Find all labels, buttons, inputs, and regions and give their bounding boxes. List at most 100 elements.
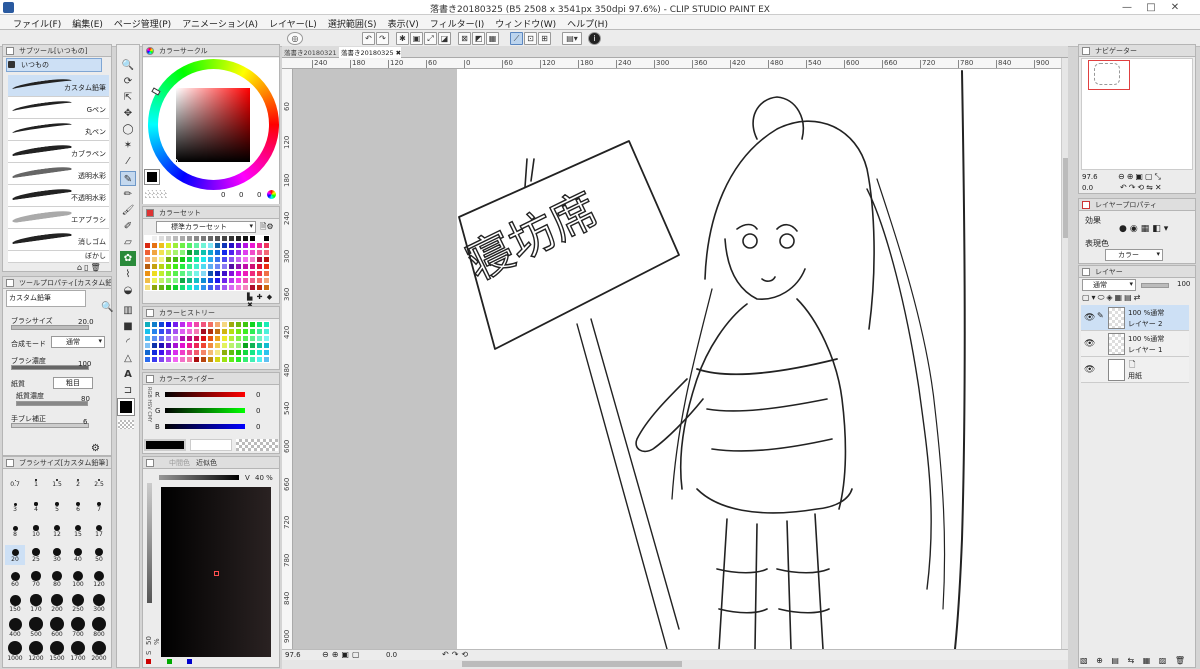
brush-round-pen[interactable]: 丸ペン	[8, 119, 109, 141]
color-swatch[interactable]	[228, 335, 235, 342]
color-swatch[interactable]	[228, 235, 235, 242]
color-swatch[interactable]	[172, 277, 179, 284]
color-swatch[interactable]	[193, 356, 200, 363]
color-swatch[interactable]	[151, 349, 158, 356]
color-swatch[interactable]	[207, 328, 214, 335]
color-swatch[interactable]	[221, 356, 228, 363]
brush-size-preset[interactable]: 1.5	[47, 473, 67, 493]
color-swatch[interactable]	[165, 356, 172, 363]
color-swatch[interactable]	[200, 356, 207, 363]
color-swatch[interactable]	[256, 270, 263, 277]
menu-filter[interactable]: フィルター(I)	[425, 15, 491, 30]
color-swatch[interactable]	[221, 335, 228, 342]
color-swatch[interactable]	[263, 284, 270, 291]
color-swatch[interactable]	[256, 335, 263, 342]
brush-size-preset[interactable]: 60	[5, 569, 25, 589]
brush-size-preset[interactable]: 300	[89, 593, 109, 613]
paper-texture-select[interactable]: 粗目	[53, 377, 93, 389]
color-swatch[interactable]	[144, 356, 151, 363]
brush-size-preset[interactable]: 1200	[26, 641, 46, 662]
redo-icon[interactable]: ↷	[376, 32, 389, 45]
color-swatch[interactable]	[235, 242, 242, 249]
color-swatch[interactable]	[228, 263, 235, 270]
color-swatch[interactable]	[151, 328, 158, 335]
color-swatch[interactable]	[172, 270, 179, 277]
brush-size-preset[interactable]: 800	[89, 617, 109, 638]
blend-mode-select[interactable]: 通常 ▾	[51, 336, 105, 348]
color-swatch[interactable]	[151, 256, 158, 263]
color-swatch[interactable]	[186, 321, 193, 328]
color-swatch[interactable]	[144, 277, 151, 284]
color-swatch[interactable]	[242, 335, 249, 342]
airbrush-tool-icon[interactable]: ✐	[120, 219, 136, 234]
color-swatch[interactable]	[172, 235, 179, 242]
color-set-swatches[interactable]	[144, 235, 270, 291]
tab-approximate[interactable]: 近似色	[196, 459, 217, 467]
color-swatch[interactable]	[263, 356, 270, 363]
magic-wand-tool-icon[interactable]: ✶	[120, 138, 136, 153]
color-swatch[interactable]	[228, 256, 235, 263]
color-swatch[interactable]	[249, 270, 256, 277]
frame-tool-icon[interactable]: ◜	[120, 335, 136, 350]
fill-tool-icon[interactable]: ◒	[120, 283, 136, 298]
color-swatch[interactable]	[172, 349, 179, 356]
stabilization-slider[interactable]	[11, 423, 89, 428]
color-swatch[interactable]	[165, 270, 172, 277]
color-swatch[interactable]	[263, 335, 270, 342]
color-swatch[interactable]	[200, 249, 207, 256]
color-swatch[interactable]	[179, 249, 186, 256]
brush-size-preset[interactable]: 20	[5, 545, 25, 565]
color-swatch[interactable]	[214, 256, 221, 263]
color-swatch[interactable]	[242, 249, 249, 256]
color-swatch[interactable]	[200, 328, 207, 335]
color-swatch[interactable]	[263, 270, 270, 277]
brush-size-preset[interactable]: 7	[89, 497, 109, 517]
color-swatch[interactable]	[228, 356, 235, 363]
color-swatch[interactable]	[172, 335, 179, 342]
brush-size-preset[interactable]: 80	[47, 569, 67, 589]
color-swatch[interactable]	[165, 242, 172, 249]
subtool-panel-actions[interactable]: ⌂▯🗑	[77, 263, 103, 272]
color-swatch[interactable]	[151, 277, 158, 284]
snap-special-icon[interactable]: ⊞	[538, 32, 551, 45]
saturation-value-square[interactable]	[176, 88, 250, 162]
effect-buttons[interactable]: ●◉▦◧▾	[1119, 224, 1171, 234]
color-swatch[interactable]	[256, 235, 263, 242]
color-swatch[interactable]	[221, 277, 228, 284]
figure-tool-icon[interactable]: ■	[120, 319, 136, 334]
color-swatch[interactable]	[263, 328, 270, 335]
color-swatch[interactable]	[214, 335, 221, 342]
maximize-button[interactable]: □	[1140, 1, 1162, 14]
color-swatch[interactable]	[144, 263, 151, 270]
brush-size-preset[interactable]: 40	[68, 545, 88, 565]
color-swatch[interactable]	[221, 235, 228, 242]
color-swatch[interactable]	[263, 321, 270, 328]
color-swatch[interactable]	[207, 342, 214, 349]
color-swatch[interactable]	[249, 242, 256, 249]
color-swatch[interactable]	[172, 263, 179, 270]
b-slider[interactable]	[165, 424, 245, 429]
brush-kabura-pen[interactable]: カブラペン	[8, 141, 109, 163]
color-swatch[interactable]	[158, 277, 165, 284]
color-swatch[interactable]	[186, 349, 193, 356]
color-swatch[interactable]	[228, 328, 235, 335]
color-swatch[interactable]	[186, 256, 193, 263]
layer-opacity-value[interactable]: 100	[1177, 280, 1190, 288]
color-swatch[interactable]	[179, 321, 186, 328]
color-swatch[interactable]	[144, 249, 151, 256]
color-swatch[interactable]	[151, 335, 158, 342]
color-mode-icon[interactable]	[267, 190, 276, 199]
color-swatch[interactable]	[249, 349, 256, 356]
color-swatch[interactable]	[235, 263, 242, 270]
menu-view[interactable]: 表示(V)	[383, 15, 425, 30]
zoom-icon[interactable]: 🔍	[101, 302, 113, 313]
navigator-preview[interactable]	[1081, 58, 1193, 170]
color-swatch[interactable]	[186, 335, 193, 342]
color-swatch[interactable]	[256, 277, 263, 284]
free-transform-icon[interactable]: ◪	[438, 32, 451, 45]
v-range-slider[interactable]	[159, 475, 239, 480]
color-swatch[interactable]	[249, 256, 256, 263]
color-swatch[interactable]	[207, 270, 214, 277]
close-tab-icon[interactable]: ✖	[396, 49, 401, 57]
navigator-rotate-buttons[interactable]: ↶↷⟲⇋✕	[1120, 183, 1164, 192]
